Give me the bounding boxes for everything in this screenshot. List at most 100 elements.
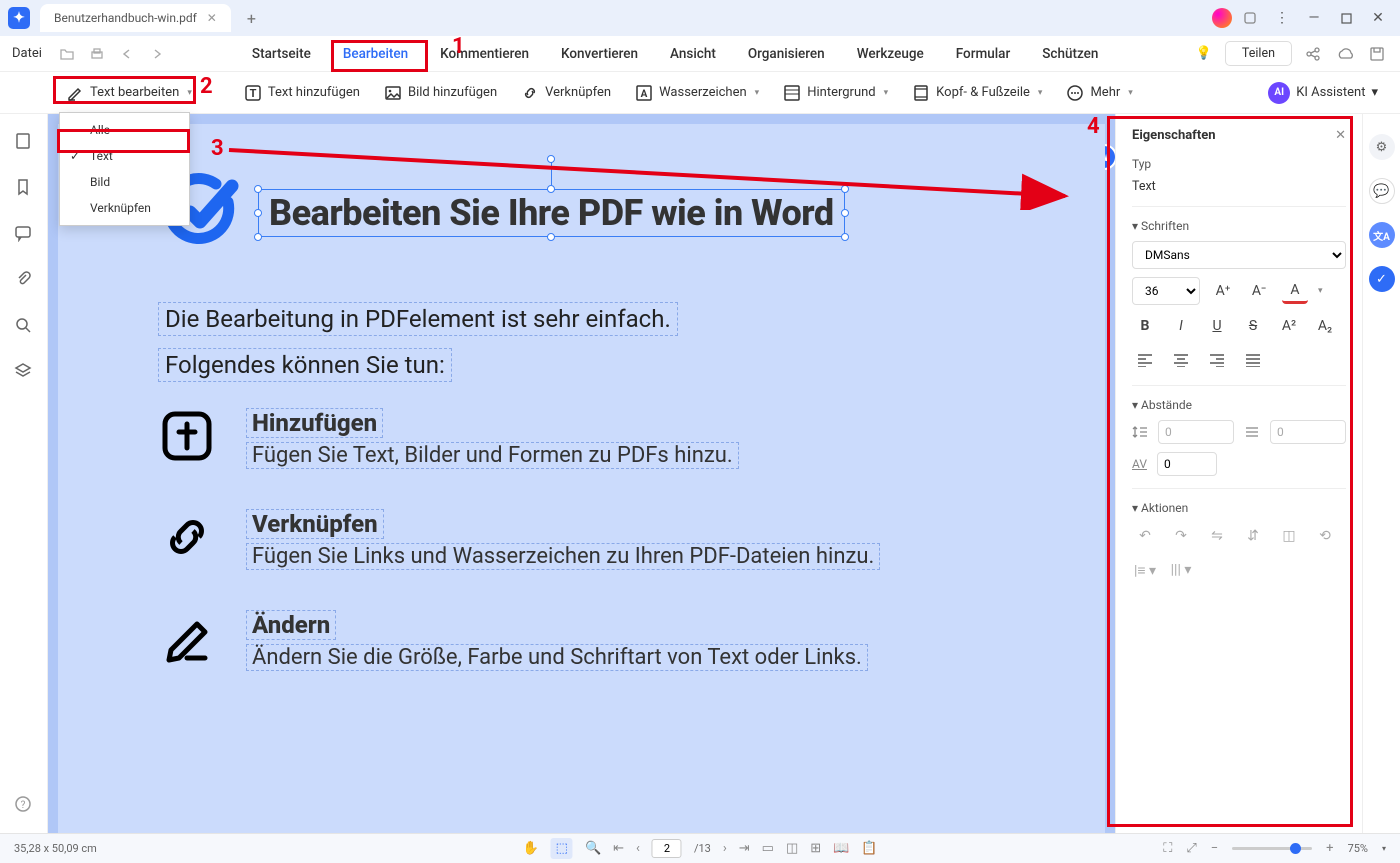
- fullscreen-icon[interactable]: ⤢: [1186, 841, 1196, 856]
- increase-font-icon[interactable]: A⁺: [1210, 278, 1236, 304]
- font-family-select[interactable]: DMSans: [1132, 241, 1346, 269]
- share-network-icon[interactable]: [1302, 43, 1324, 65]
- layout-icon-2[interactable]: ◫: [786, 841, 798, 856]
- font-size-select[interactable]: 36: [1132, 277, 1200, 305]
- underline-icon[interactable]: U: [1204, 313, 1230, 339]
- dropdown-item-text[interactable]: Text: [60, 143, 189, 169]
- feature-desc-1[interactable]: Fügen Sie Text, Bilder und Formen zu PDF…: [246, 442, 739, 469]
- selected-text-box[interactable]: Bearbeiten Sie Ihre PDF wie in Word: [258, 189, 845, 237]
- more-button[interactable]: Mehr ▾: [1056, 78, 1142, 108]
- letter-spacing-input[interactable]: [1157, 452, 1217, 476]
- hand-tool-icon[interactable]: ✋: [522, 841, 538, 856]
- first-page-icon[interactable]: ⇤: [613, 841, 624, 856]
- feature-heading-2[interactable]: Verknüpfen: [246, 509, 384, 539]
- avatar[interactable]: [1212, 8, 1232, 28]
- rotate-left-icon[interactable]: ↶: [1132, 523, 1158, 549]
- subscript-icon[interactable]: A₂: [1312, 313, 1338, 339]
- font-color-icon[interactable]: A: [1282, 278, 1308, 304]
- panel-close-icon[interactable]: ✕: [1335, 128, 1346, 143]
- edit-text-button[interactable]: Text bearbeiten ▾: [56, 78, 202, 108]
- rotate-right-icon[interactable]: ↷: [1168, 523, 1194, 549]
- window-button-2[interactable]: ⋮: [1268, 6, 1296, 30]
- zoom-tool-icon[interactable]: 🔍: [585, 841, 601, 856]
- feature-desc-2[interactable]: Fügen Sie Links und Wasserzeichen zu Ihr…: [246, 543, 880, 570]
- undo-icon[interactable]: [116, 43, 138, 65]
- decrease-font-icon[interactable]: A⁻: [1246, 278, 1272, 304]
- crop-icon[interactable]: ◫: [1276, 523, 1302, 549]
- close-button[interactable]: ✕: [1364, 6, 1392, 30]
- redo-icon[interactable]: [146, 43, 168, 65]
- flip-h-icon[interactable]: ⇋: [1204, 523, 1230, 549]
- align-center-icon[interactable]: [1168, 347, 1194, 373]
- select-tool-icon[interactable]: ⬚: [551, 838, 573, 859]
- dropdown-item-bild[interactable]: Bild: [60, 169, 189, 195]
- zoom-slider[interactable]: [1232, 847, 1312, 850]
- window-button-1[interactable]: [1236, 6, 1264, 30]
- help-icon[interactable]: ?: [14, 795, 34, 815]
- background-button[interactable]: Hintergrund ▾: [773, 78, 898, 108]
- share-button[interactable]: Teilen: [1225, 41, 1292, 66]
- app-icon[interactable]: ✦: [8, 7, 30, 29]
- tab-bearbeiten[interactable]: Bearbeiten: [339, 38, 412, 70]
- layers-icon[interactable]: [14, 362, 34, 382]
- italic-icon[interactable]: I: [1168, 313, 1194, 339]
- settings-strip-icon[interactable]: ⚙: [1369, 134, 1395, 160]
- replace-icon[interactable]: ⟲: [1312, 523, 1338, 549]
- align-objects-icon[interactable]: |≡ ▾: [1132, 557, 1158, 583]
- flip-v-icon[interactable]: ⇵: [1240, 523, 1266, 549]
- tab-werkzeuge[interactable]: Werkzeuge: [853, 38, 928, 70]
- chevron-down-icon[interactable]: ▾: [1318, 286, 1323, 296]
- add-text-button[interactable]: T Text hinzufügen: [234, 78, 370, 108]
- intro-text-2[interactable]: Folgendes können Sie tun:: [158, 348, 452, 382]
- tab-document[interactable]: Benutzerhandbuch-win.pdf ✕: [40, 4, 231, 32]
- intro-text-1[interactable]: Die Bearbeitung in PDFelement ist sehr e…: [158, 302, 678, 336]
- layout-icon-3[interactable]: ⊞: [810, 841, 821, 856]
- clipboard-icon[interactable]: 📋: [861, 841, 877, 856]
- line-spacing-input[interactable]: 0: [1158, 420, 1234, 444]
- tab-kommentieren[interactable]: Kommentieren: [436, 38, 533, 70]
- dropdown-item-alle[interactable]: Alle: [60, 117, 189, 143]
- dropdown-item-verknuepfen[interactable]: Verknüpfen: [60, 195, 189, 221]
- tab-ansicht[interactable]: Ansicht: [666, 38, 720, 70]
- feature-heading-1[interactable]: Hinzufügen: [246, 408, 383, 438]
- strikethrough-icon[interactable]: S: [1240, 313, 1266, 339]
- page-number-input[interactable]: [652, 839, 682, 858]
- zoom-in-icon[interactable]: +: [1326, 841, 1333, 856]
- feature-desc-3[interactable]: Ändern Sie die Größe, Farbe und Schrifta…: [246, 644, 868, 671]
- add-image-button[interactable]: Bild hinzufügen: [374, 78, 507, 108]
- print-icon[interactable]: [86, 43, 108, 65]
- document-canvas[interactable]: W Bearbeiten Sie Ihre PDF wie in Word Di…: [48, 114, 1115, 833]
- tab-close-icon[interactable]: ✕: [207, 11, 217, 25]
- thumbnails-icon[interactable]: [14, 132, 34, 152]
- superscript-icon[interactable]: A²: [1276, 313, 1302, 339]
- attachments-icon[interactable]: [14, 270, 34, 290]
- translate-strip-icon[interactable]: 文A: [1369, 222, 1395, 248]
- tab-konvertieren[interactable]: Konvertieren: [557, 38, 642, 70]
- zoom-out-icon[interactable]: −: [1211, 841, 1218, 856]
- chevron-down-icon[interactable]: ▾: [1382, 844, 1386, 853]
- cloud-icon[interactable]: [1334, 43, 1356, 65]
- bulb-icon[interactable]: 💡: [1193, 43, 1215, 65]
- ki-assistant-button[interactable]: AI KI Assistent ▾: [1258, 76, 1388, 110]
- feature-heading-3[interactable]: Ändern: [246, 610, 336, 640]
- minimize-button[interactable]: —: [1300, 6, 1328, 30]
- link-button[interactable]: Verknüpfen: [511, 78, 621, 108]
- para-spacing-input[interactable]: 0: [1270, 420, 1346, 444]
- maximize-button[interactable]: [1332, 6, 1360, 30]
- tab-startseite[interactable]: Startseite: [248, 38, 315, 70]
- save-icon[interactable]: [1366, 43, 1388, 65]
- prev-page-icon[interactable]: ‹: [636, 841, 640, 856]
- watermark-button[interactable]: A Wasserzeichen ▾: [625, 78, 769, 108]
- bookmarks-icon[interactable]: [14, 178, 34, 198]
- tab-organisieren[interactable]: Organisieren: [744, 38, 829, 70]
- open-icon[interactable]: [56, 43, 78, 65]
- tab-formular[interactable]: Formular: [952, 38, 1015, 70]
- header-footer-button[interactable]: Kopf- & Fußzeile ▾: [902, 78, 1052, 108]
- read-mode-icon[interactable]: 📖: [833, 841, 849, 856]
- align-justify-icon[interactable]: [1240, 347, 1266, 373]
- next-page-icon[interactable]: ›: [723, 841, 727, 856]
- tab-schuetzen[interactable]: Schützen: [1038, 38, 1102, 70]
- comments-icon[interactable]: [14, 224, 34, 244]
- distribute-icon[interactable]: ||| ▾: [1168, 557, 1194, 583]
- check-strip-icon[interactable]: ✓: [1369, 266, 1395, 292]
